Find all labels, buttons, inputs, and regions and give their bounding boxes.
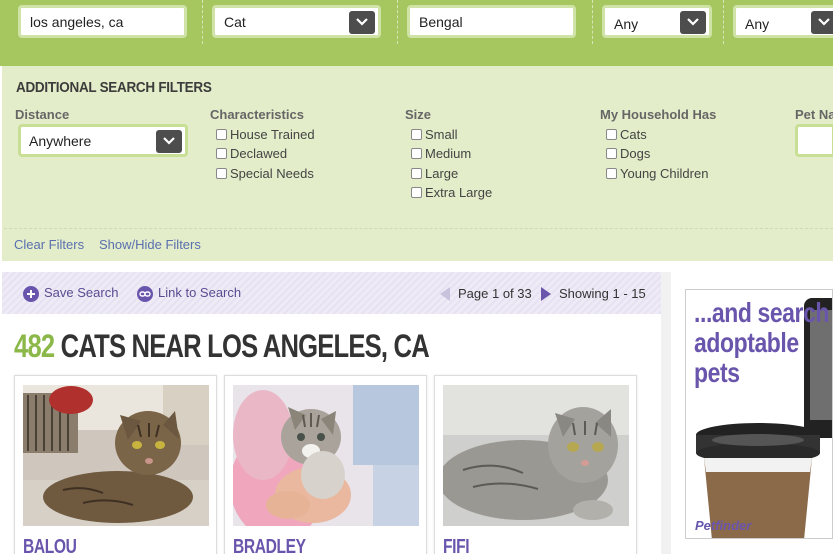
checkbox-icon[interactable] (606, 168, 617, 179)
gender-value: Any (745, 16, 770, 32)
checkbox-small[interactable]: Small (411, 127, 458, 143)
location-value: los angeles, ca (30, 14, 124, 30)
pet-card-balou[interactable]: BALOU (14, 375, 217, 554)
checkbox-label: Cats (620, 127, 647, 142)
checkbox-icon[interactable] (411, 148, 422, 159)
pet-photo[interactable] (443, 385, 629, 526)
plus-circle-icon[interactable] (23, 286, 39, 302)
show-hide-filters-link[interactable]: Show/Hide Filters (99, 237, 201, 252)
petfinder-logo: Petfinder (695, 518, 752, 533)
save-search-link[interactable]: Save Search (44, 285, 118, 303)
pet-card-bradley[interactable]: BRADLEY (224, 375, 427, 554)
location-input[interactable]: los angeles, ca (18, 5, 187, 38)
breed-input[interactable]: Bengal (407, 5, 576, 38)
showing-range: Showing 1 - 15 (559, 286, 646, 301)
checkbox-dogs[interactable]: Dogs (606, 146, 650, 162)
chevron-down-icon[interactable] (349, 11, 375, 34)
results-toolbar: Save Search Link to Search Page 1 of 33 … (2, 272, 661, 314)
next-page-icon[interactable] (541, 287, 551, 301)
chevron-down-icon[interactable] (811, 11, 833, 34)
checkbox-label: Dogs (620, 146, 651, 161)
pet-photo[interactable] (23, 385, 209, 526)
distance-select[interactable]: Anywhere (18, 124, 188, 157)
checkbox-icon[interactable] (411, 168, 422, 179)
checkbox-icon[interactable] (216, 168, 227, 179)
pet-name[interactable]: FIFI (443, 536, 470, 554)
ad-headline: ...and search adoptable pets (694, 298, 829, 388)
filter-panel-title: ADDITIONAL SEARCH FILTERS (16, 80, 212, 96)
checkbox-icon[interactable] (606, 129, 617, 140)
checkbox-icon[interactable] (606, 148, 617, 159)
pet-photo[interactable] (233, 385, 419, 526)
page-info: Page 1 of 33 (458, 286, 532, 301)
gender-select[interactable]: Any (733, 5, 833, 38)
filter-panel: ADDITIONAL SEARCH FILTERS Distance Anywh… (2, 66, 833, 261)
pet-card-fifi[interactable]: FIFI (434, 375, 637, 554)
checkbox-young-children[interactable]: Young Children (606, 166, 708, 182)
results-heading: 482 CATS NEAR LOS ANGELES, CA (14, 328, 430, 365)
distance-label: Distance (15, 107, 70, 122)
checkbox-label: Special Needs (230, 166, 314, 181)
divider (723, 0, 724, 44)
ad-line-2: adoptable (694, 327, 799, 358)
checkbox-large[interactable]: Large (411, 166, 458, 182)
ad-line-1: ...and search (694, 297, 830, 328)
checkbox-medium[interactable]: Medium (411, 146, 471, 162)
size-label: Size (405, 107, 432, 122)
divider (592, 0, 593, 44)
breed-value: Bengal (419, 14, 463, 30)
search-bar: los angeles, ca Cat Bengal Any Any (0, 0, 833, 66)
checkbox-label: Extra Large (425, 185, 493, 200)
divider (4, 228, 833, 229)
animal-value: Cat (224, 14, 246, 30)
advertisement[interactable]: ...and search adoptable pets Petfinder (685, 289, 833, 539)
checkbox-extra-large[interactable]: Extra Large (411, 185, 492, 201)
checkbox-icon[interactable] (216, 148, 227, 159)
age-select[interactable]: Any (602, 5, 712, 38)
pet-name[interactable]: BALOU (23, 536, 77, 554)
results-title: CATS NEAR LOS ANGELES, CA (60, 328, 430, 364)
ad-line-3: pets (694, 357, 740, 388)
age-value: Any (614, 16, 639, 32)
checkbox-cats[interactable]: Cats (606, 127, 647, 143)
results-count: 482 (14, 328, 55, 364)
checkbox-icon[interactable] (411, 129, 422, 140)
link-icon[interactable] (137, 286, 153, 302)
divider (202, 0, 203, 44)
characteristics-label: Characteristics (210, 107, 304, 122)
checkbox-icon[interactable] (411, 187, 422, 198)
checkbox-label: Medium (425, 146, 472, 161)
pet-name-input[interactable] (795, 124, 833, 157)
chevron-down-icon[interactable] (156, 130, 182, 153)
distance-value: Anywhere (29, 133, 92, 149)
link-to-search-link[interactable]: Link to Search (158, 285, 241, 303)
animal-select[interactable]: Cat (212, 5, 381, 38)
checkbox-label: Young Children (620, 166, 709, 181)
previous-page-icon[interactable] (440, 287, 450, 301)
checkbox-label: Declawed (230, 146, 288, 161)
checkbox-label: Small (425, 127, 458, 142)
checkbox-icon[interactable] (216, 129, 227, 140)
checkbox-label: House Trained (230, 127, 315, 142)
clear-filters-link[interactable]: Clear Filters (14, 237, 84, 252)
column-divider (661, 272, 671, 554)
chevron-down-icon[interactable] (680, 11, 706, 34)
pet-name-label: Pet Na (795, 107, 833, 122)
checkbox-declawed[interactable]: Declawed (216, 146, 287, 162)
checkbox-label: Large (425, 166, 459, 181)
divider (397, 0, 398, 44)
household-label: My Household Has (600, 107, 717, 122)
checkbox-special-needs[interactable]: Special Needs (216, 166, 314, 182)
pet-name[interactable]: BRADLEY (233, 536, 306, 554)
checkbox-house-trained[interactable]: House Trained (216, 127, 315, 143)
